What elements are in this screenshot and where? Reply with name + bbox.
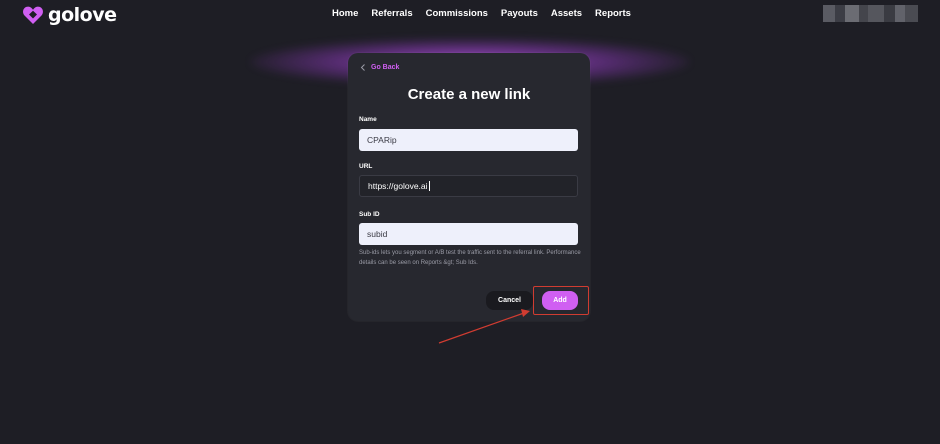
url-input[interactable]: https://golove.ai (359, 175, 578, 197)
text-caret (428, 181, 430, 191)
nav-referrals[interactable]: Referrals (371, 8, 412, 19)
nav-assets[interactable]: Assets (551, 8, 582, 19)
name-label: Name (359, 116, 377, 123)
url-input-value: https://golove.ai (368, 181, 428, 191)
chevron-left-icon (360, 64, 365, 71)
nav-reports[interactable]: Reports (595, 8, 631, 19)
brand-name: golove (48, 4, 117, 26)
blurred-account-icon[interactable] (823, 5, 918, 22)
cancel-button[interactable]: Cancel (486, 291, 533, 310)
go-back-label: Go Back (371, 64, 400, 71)
nav-commissions[interactable]: Commissions (426, 8, 488, 19)
sub-id-input[interactable]: subid (359, 223, 578, 245)
top-header: golove Home Referrals Commissions Payout… (0, 0, 940, 30)
sub-id-label: Sub ID (359, 211, 380, 218)
add-button-highlight-box (533, 286, 589, 315)
sub-id-helper-text: Sub-ids lets you segment or A/B test the… (359, 250, 581, 266)
sub-id-input-value: subid (367, 229, 388, 239)
go-back-link[interactable]: Go Back (360, 64, 399, 71)
url-label: URL (359, 163, 373, 170)
name-input[interactable]: CPARip (359, 129, 578, 151)
nav-home[interactable]: Home (332, 8, 358, 19)
modal-title: Create a new link (407, 86, 531, 103)
heart-logo-icon (23, 6, 43, 24)
nav-payouts[interactable]: Payouts (501, 8, 538, 19)
create-link-modal: Go Back Create a new link Name CPARip UR… (348, 53, 590, 321)
name-input-value: CPARip (367, 135, 397, 145)
main-nav: Home Referrals Commissions Payouts Asset… (332, 8, 644, 19)
brand-logo[interactable]: golove (22, 4, 117, 26)
